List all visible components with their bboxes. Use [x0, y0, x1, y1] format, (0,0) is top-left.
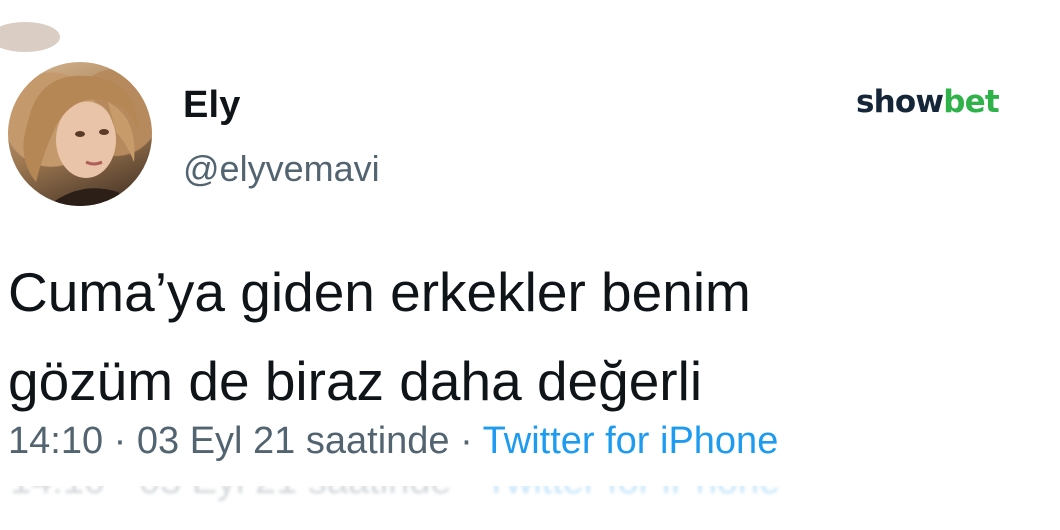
cropped-edge-shape: [0, 22, 60, 52]
author-display-name[interactable]: Ely: [183, 84, 241, 127]
tweet-meta: 14:10 · 03 Eyl 21 saatinde · Twitter for…: [8, 420, 778, 463]
logo-part-show: show: [856, 84, 944, 120]
avatar[interactable]: [8, 62, 152, 206]
tweet-source-link[interactable]: Twitter for iPhone: [483, 420, 779, 462]
avatar-portrait-icon: [23, 75, 138, 206]
logo-part-bet: bet: [943, 84, 999, 120]
tweet-time[interactable]: 14:10: [8, 420, 103, 462]
ghost-date: 03 Eyl 21 saatinde: [139, 486, 452, 502]
ghost-separator: ·: [116, 486, 129, 502]
bottom-crop-artifact: 14:10 · 03 Eyl 21 saatinde · Twitter for…: [0, 486, 1060, 530]
meta-separator: ·: [113, 420, 127, 462]
tweet-text-line: Cuma’ya giden erkekler benim: [8, 261, 751, 323]
author-handle[interactable]: @elyvemavi: [183, 148, 380, 190]
tweet-text: Cuma’ya giden erkekler benim gözüm de bi…: [8, 248, 1048, 426]
ghost-source: Twitter for iPhone: [485, 486, 781, 502]
top-crop-artifact: [0, 0, 1060, 52]
tweet-text-line: gözüm de biraz daha değerli: [8, 350, 703, 412]
ghost-separator: ·: [462, 486, 475, 502]
tweet-date[interactable]: 03 Eyl 21 saatinde: [137, 420, 450, 462]
showbet-logo: showbet: [856, 84, 1000, 120]
ghost-meta-reflection: 14:10 · 03 Eyl 21 saatinde · Twitter for…: [10, 486, 780, 503]
meta-separator: ·: [460, 420, 473, 462]
ghost-time: 14:10: [10, 486, 105, 502]
